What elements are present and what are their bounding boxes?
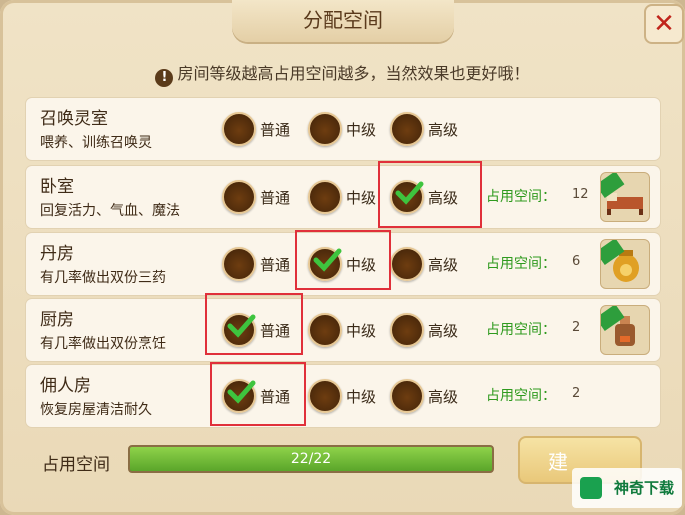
room-desc: 喂养、训练召唤灵 — [40, 135, 152, 151]
room-row-kitchen: 厨房 有几率做出双份烹饪 普通 中级 高级 占用空间： 2 — [26, 299, 660, 361]
radio-button[interactable] — [308, 379, 342, 413]
option-label: 普通 — [260, 189, 291, 207]
watermark: 神奇下载 — [572, 468, 682, 508]
notice-text: 房间等级越高占用空间越多，当然效果也更好哦！ — [177, 64, 530, 83]
notice-line: ! 房间等级越高占用空间越多，当然效果也更好哦！ — [0, 60, 685, 87]
radio-button[interactable] — [390, 247, 424, 281]
room-name: 佣人房 — [40, 376, 91, 396]
exclamation-icon: ! — [155, 69, 174, 87]
radio-button[interactable] — [222, 247, 256, 281]
highlight-box — [205, 293, 303, 355]
option-label: 高级 — [428, 256, 459, 274]
space-value: 12 — [572, 187, 589, 202]
space-label: 占用空间： — [486, 189, 556, 205]
room-name: 召唤灵室 — [40, 109, 108, 129]
room-desc: 恢复房屋清洁耐久 — [40, 402, 152, 418]
footer-label: 占用空间 — [42, 455, 110, 475]
option-label: 普通 — [260, 256, 291, 274]
room-row-summon: 召唤灵室 喂养、训练召唤灵 普通 中级 高级 — [26, 98, 660, 160]
option-label: 中级 — [346, 121, 377, 139]
radio-button[interactable] — [308, 112, 342, 146]
radio-button[interactable] — [390, 112, 424, 146]
space-label: 占用空间： — [486, 388, 556, 404]
highlight-box — [378, 161, 482, 228]
option-label: 高级 — [428, 322, 459, 340]
option-label: 普通 — [260, 121, 291, 139]
room-row-servant: 佣人房 恢复房屋清洁耐久 普通 中级 高级 占用空间： 2 — [26, 365, 660, 427]
space-label: 占用空间： — [486, 322, 556, 338]
option-label: 高级 — [428, 388, 459, 406]
progress-text: 22/22 — [290, 451, 332, 467]
highlight-box — [210, 362, 306, 426]
highlight-box — [295, 230, 391, 290]
room-desc: 有几率做出双份烹饪 — [40, 336, 166, 352]
space-value: 2 — [572, 320, 581, 335]
room-name: 丹房 — [40, 244, 74, 264]
bed-icon — [600, 172, 650, 222]
room-name: 卧室 — [40, 177, 74, 197]
room-desc: 回复活力、气血、魔法 — [40, 203, 180, 219]
radio-button[interactable] — [308, 180, 342, 214]
furnace-icon — [600, 239, 650, 289]
room-row-bedroom: 卧室 回复活力、气血、魔法 普通 中级 高级 占用空间： 12 — [26, 166, 660, 228]
watermark-text: 神奇下载 — [613, 479, 674, 497]
radio-button[interactable] — [390, 379, 424, 413]
space-value: 6 — [572, 254, 581, 269]
radio-button[interactable] — [222, 112, 256, 146]
option-label: 高级 — [428, 121, 459, 139]
space-progress-bar: 22/22 — [128, 445, 494, 473]
room-name: 厨房 — [40, 310, 74, 330]
space-value: 2 — [572, 386, 581, 401]
space-label: 占用空间： — [486, 256, 556, 272]
room-desc: 有几率做出双份三药 — [40, 270, 166, 286]
watermark-logo-icon — [580, 477, 602, 499]
option-label: 中级 — [346, 189, 377, 207]
dialog-title: 分配空间 — [232, 0, 454, 42]
radio-button[interactable] — [390, 313, 424, 347]
close-button[interactable]: ✕ — [644, 4, 684, 44]
radio-button[interactable] — [222, 180, 256, 214]
radio-button[interactable] — [308, 313, 342, 347]
option-label: 中级 — [346, 322, 377, 340]
option-label: 中级 — [346, 388, 377, 406]
stove-icon — [600, 305, 650, 355]
